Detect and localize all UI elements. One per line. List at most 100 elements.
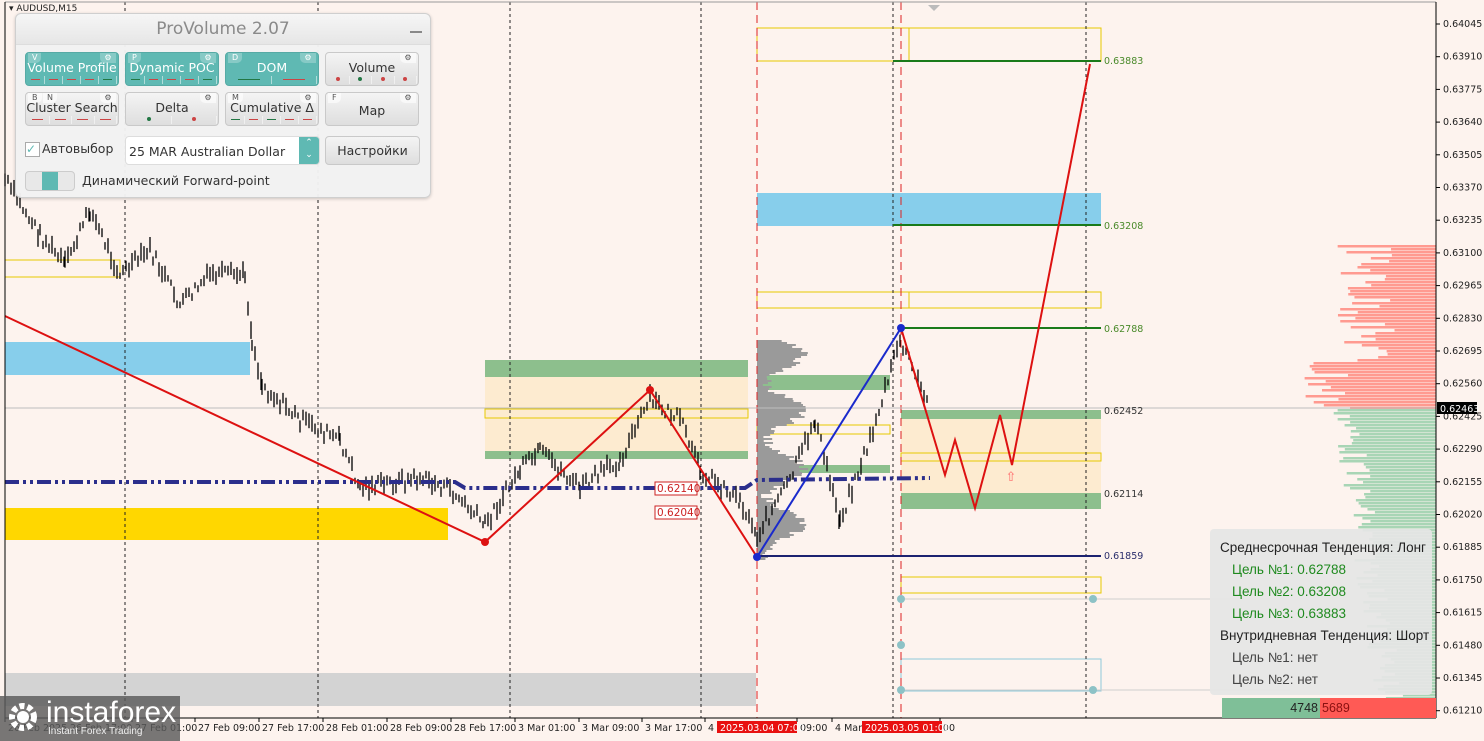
medium-target-3: Цель №3: 0.63883 [1232,606,1346,621]
sell-profile-bar [1344,341,1436,344]
auto-select-checkbox[interactable]: ✓ [25,142,40,157]
indicator-bar [227,76,317,84]
buy-profile-bar [1360,505,1436,508]
buy-profile-bar [1343,484,1436,487]
session-profile-bar [757,444,766,446]
session-profile-bar [757,516,796,518]
sell-profile-bar [1313,362,1436,365]
sell-profile-bar [1313,401,1436,404]
price-tick-label: 0.62830 [1443,313,1482,324]
cumulative-delta-button[interactable]: M ⚙ Cumulative Δ [225,92,319,126]
sell-profile-bar [1386,350,1436,353]
sell-profile-bar [1304,377,1436,380]
session-profile-bar [757,426,776,428]
session-profile-bar [757,430,775,432]
cluster-search-button[interactable]: B N ⚙ Cluster Search [25,92,119,126]
session-profile-bar [757,484,784,486]
buy-profile-bar [1350,421,1436,424]
minimize-button[interactable] [410,22,422,34]
auto-select-label: Автовыбор [42,141,114,156]
dropdown-triangle-icon[interactable]: ▾ [9,4,14,14]
price-mark-b: 0.62040 [657,507,700,519]
sell-profile-bar [1375,332,1436,335]
label-target3: 0.63883 [1104,56,1143,67]
sell-profile-bar [1361,263,1436,266]
sell-profile-bar [1311,368,1436,371]
session-profile-bar [757,504,771,506]
session-profile-bar [757,502,776,504]
volume-button[interactable]: ⚙ Volume [325,52,419,86]
label-lower-zone: 0.62114 [1104,489,1143,500]
up-arrow-icon: ⇧ [1006,470,1017,485]
sell-profile-bar [1391,248,1436,251]
anchor-handle[interactable] [1089,686,1097,694]
contract-value: 25 MAR Australian Dollar [129,144,286,159]
sell-profile-bar [1340,272,1436,275]
session-profile-bar [757,526,805,528]
session-profile-bar [757,404,803,406]
chevron-down-icon[interactable]: ⌄ [299,149,319,161]
button-label: Cluster Search [26,100,118,115]
price-tick-label: 0.63775 [1443,84,1482,95]
price-tick-label: 0.61885 [1443,542,1482,553]
price-tick-label: 0.61615 [1443,608,1482,619]
sell-profile-bar [1350,290,1436,293]
forward-point-toggle[interactable] [25,171,75,191]
time-tick-label: 28 Feb 01:00 [326,723,388,734]
intraday-target-2: Цель №2: нет [1232,672,1318,687]
session-profile-bar [757,360,794,362]
session-profile-bar [757,412,799,414]
sell-profile-bar [1340,320,1436,323]
pivot-high [646,386,654,394]
anchor-handle[interactable] [897,595,905,603]
delta-button[interactable]: ⚙ Delta [125,92,219,126]
label-upper-zone: 0.62452 [1104,406,1143,417]
buy-profile-bar [1364,493,1436,496]
volume-profile-button[interactable]: V ⚙ Volume Profile [25,52,119,86]
gear-icon[interactable]: ⚙ [400,93,416,103]
map-button[interactable]: F ⚙ Map [325,92,419,126]
dom-button[interactable]: D ⚙ DOM [225,52,319,86]
session-profile-bar [757,352,808,354]
dynamic-poc-button[interactable]: P ⚙ Dynamic POC [125,52,219,86]
buy-profile-bar [1337,409,1436,412]
session-profile-bar [757,440,764,442]
buy-profile-bar [1338,445,1436,448]
time-tick-label: 28 Feb 17:00 [454,723,516,734]
anchor-handle[interactable] [897,641,905,649]
buy-profile-bar [1349,415,1436,418]
session-profile-bar [757,370,784,372]
session-profile-bar [757,446,770,448]
price-tick-label: 0.63100 [1443,248,1482,259]
sell-profile-bar [1357,311,1436,314]
contract-select[interactable]: 25 MAR Australian Dollar ⌃ ⌄ [125,136,320,165]
session-profile-bar [757,366,792,368]
session-profile-bar [757,428,772,430]
session-profile-bar [757,378,768,380]
buy-profile-bar [1355,499,1436,502]
anchor-handle[interactable] [897,686,905,694]
time-tick-label: 4 [708,723,714,734]
logo-tagline: Instant Forex Trading [48,726,143,737]
chevron-up-icon[interactable]: ⌃ [299,137,319,149]
buy-profile-bar [1369,469,1436,472]
sell-profile-bar [1378,347,1436,350]
sell-volume-bar: 5689 [1320,698,1436,718]
session-profile-bar [757,474,802,476]
session-profile-bar [757,500,767,502]
sell-profile-bar [1337,245,1436,248]
session-profile-bar [757,466,800,468]
session-profile-bar [757,418,791,420]
spinner[interactable]: ⌃ ⌄ [299,137,319,164]
instaforex-logo: instaforex Instant Forex Trading [0,696,180,741]
buy-profile-bar [1333,412,1436,415]
price-tick-label: 0.64045 [1443,19,1482,30]
session-profile-bar [757,410,806,412]
medium-target-1: Цель №1: 0.62788 [1232,562,1346,577]
session-profile-bar [757,374,770,376]
session-profile-bar [757,358,796,360]
settings-button[interactable]: Настройки [325,136,420,165]
buy-profile-bar [1351,442,1436,445]
panel-title[interactable]: ProVolume 2.07 [16,14,430,45]
anchor-handle[interactable] [1089,595,1097,603]
